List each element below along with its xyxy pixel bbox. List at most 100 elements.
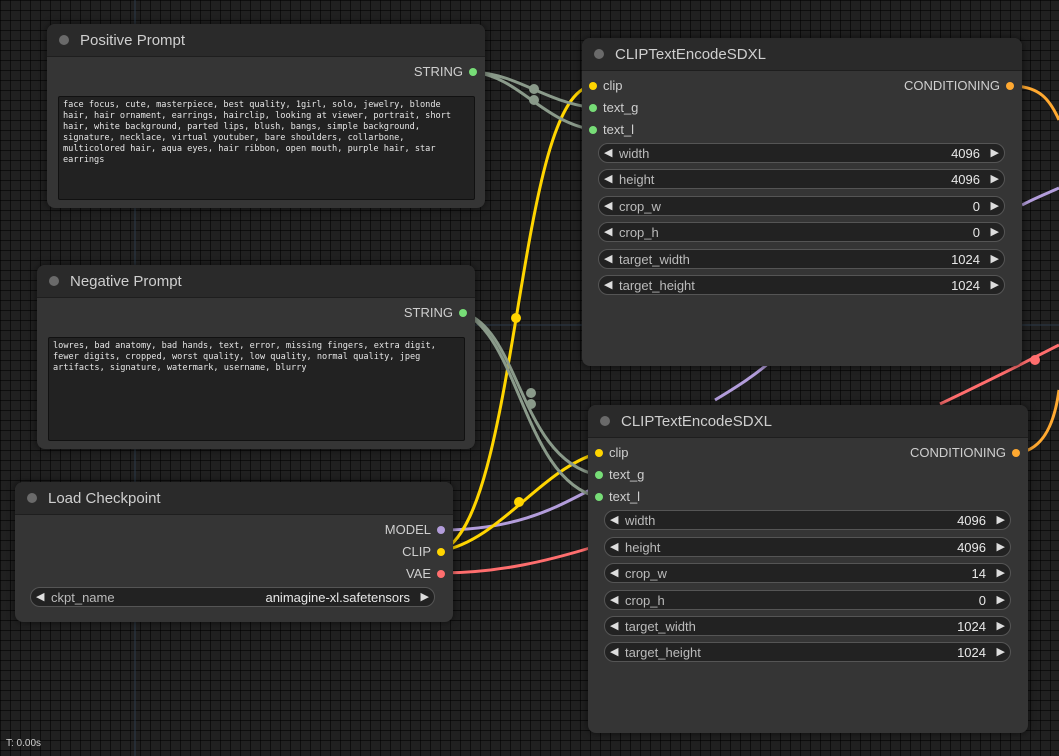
ckpt-name-combo[interactable]: ◀ ckpt_name animagine-xl.safetensors ▶ <box>30 587 435 607</box>
collapse-dot-icon[interactable] <box>594 49 604 59</box>
output-slot-vae[interactable]: VAE <box>406 565 445 583</box>
input-slot-text-l[interactable]: text_l <box>589 121 634 139</box>
crop-w-widget[interactable]: ◀ crop_w 14 ▶ <box>604 563 1011 583</box>
left-arrow-icon[interactable]: ◀ <box>604 199 612 212</box>
negative-text-area[interactable]: lowres, bad anatomy, bad hands, text, er… <box>48 337 465 441</box>
widget-label: crop_w <box>619 199 661 214</box>
right-arrow-icon[interactable]: ▶ <box>421 590 429 603</box>
string-port-icon[interactable] <box>589 126 597 134</box>
input-slot-text-g[interactable]: text_g <box>589 99 638 117</box>
right-arrow-icon[interactable]: ▶ <box>997 593 1005 606</box>
height-widget[interactable]: ◀ height 4096 ▶ <box>598 169 1005 189</box>
link-reroute-dot <box>526 399 536 409</box>
right-arrow-icon[interactable]: ▶ <box>991 146 999 159</box>
link-reroute-dot <box>511 313 521 323</box>
widget-label: target_width <box>619 252 690 267</box>
right-arrow-icon[interactable]: ▶ <box>997 566 1005 579</box>
widget-value: 1024 <box>951 278 980 293</box>
right-arrow-icon[interactable]: ▶ <box>997 645 1005 658</box>
collapse-dot-icon[interactable] <box>49 276 59 286</box>
left-arrow-icon[interactable]: ◀ <box>604 225 612 238</box>
widget-label: target_height <box>619 278 695 293</box>
output-slot-string[interactable]: STRING <box>414 63 477 81</box>
output-slot-clip[interactable]: CLIP <box>402 543 445 561</box>
left-arrow-icon[interactable]: ◀ <box>604 278 612 291</box>
positive-text-area[interactable]: face focus, cute, masterpiece, best qual… <box>58 96 475 200</box>
output-slot-conditioning[interactable]: CONDITIONING <box>904 77 1014 95</box>
input-slot-clip[interactable]: clip <box>589 77 623 95</box>
target-height-widget[interactable]: ◀ target_height 1024 ▶ <box>604 642 1011 662</box>
right-arrow-icon[interactable]: ▶ <box>991 199 999 212</box>
left-arrow-icon[interactable]: ◀ <box>610 645 618 658</box>
vae-port-icon[interactable] <box>437 570 445 578</box>
string-port-icon[interactable] <box>589 104 597 112</box>
link-vae <box>440 546 591 575</box>
left-arrow-icon[interactable]: ◀ <box>36 590 44 603</box>
right-arrow-icon[interactable]: ▶ <box>991 172 999 185</box>
node-title-bar[interactable]: CLIPTextEncodeSDXL <box>582 38 1022 71</box>
node-title-bar[interactable]: CLIPTextEncodeSDXL <box>588 405 1028 438</box>
output-slot-string[interactable]: STRING <box>404 304 467 322</box>
collapse-dot-icon[interactable] <box>59 35 69 45</box>
crop-w-widget[interactable]: ◀ crop_w 0 ▶ <box>598 196 1005 216</box>
left-arrow-icon[interactable]: ◀ <box>610 540 618 553</box>
left-arrow-icon[interactable]: ◀ <box>604 172 612 185</box>
height-widget[interactable]: ◀ height 4096 ▶ <box>604 537 1011 557</box>
left-arrow-icon[interactable]: ◀ <box>610 593 618 606</box>
right-arrow-icon[interactable]: ▶ <box>997 619 1005 632</box>
node-negative-prompt[interactable]: Negative Prompt STRING lowres, bad anato… <box>37 265 475 449</box>
model-port-icon[interactable] <box>437 526 445 534</box>
target-width-widget[interactable]: ◀ target_width 1024 ▶ <box>598 249 1005 269</box>
collapse-dot-icon[interactable] <box>27 493 37 503</box>
crop-h-widget[interactable]: ◀ crop_h 0 ▶ <box>604 590 1011 610</box>
input-slot-clip[interactable]: clip <box>595 444 629 462</box>
target-height-widget[interactable]: ◀ target_height 1024 ▶ <box>598 275 1005 295</box>
node-load-checkpoint[interactable]: Load Checkpoint MODEL CLIP VAE ◀ ckpt_na… <box>15 482 453 622</box>
clip-port-icon[interactable] <box>589 82 597 90</box>
target-width-widget[interactable]: ◀ target_width 1024 ▶ <box>604 616 1011 636</box>
widget-label: crop_h <box>619 225 659 240</box>
collapse-dot-icon[interactable] <box>600 416 610 426</box>
string-port-icon[interactable] <box>595 471 603 479</box>
clip-port-icon[interactable] <box>437 548 445 556</box>
input-slot-text-l[interactable]: text_l <box>595 488 640 506</box>
left-arrow-icon[interactable]: ◀ <box>604 146 612 159</box>
width-widget[interactable]: ◀ width 4096 ▶ <box>598 143 1005 163</box>
output-slot-conditioning[interactable]: CONDITIONING <box>910 444 1020 462</box>
output-slot-model[interactable]: MODEL <box>385 521 445 539</box>
link-model-right <box>1021 186 1059 207</box>
right-arrow-icon[interactable]: ▶ <box>991 225 999 238</box>
link-reroute-dot <box>529 95 539 105</box>
clip-port-icon[interactable] <box>595 449 603 457</box>
width-widget[interactable]: ◀ width 4096 ▶ <box>604 510 1011 530</box>
right-arrow-icon[interactable]: ▶ <box>991 278 999 291</box>
left-arrow-icon[interactable]: ◀ <box>610 566 618 579</box>
string-port-icon[interactable] <box>459 309 467 317</box>
left-arrow-icon[interactable]: ◀ <box>604 252 612 265</box>
widget-value: 4096 <box>957 513 986 528</box>
crop-h-widget[interactable]: ◀ crop_h 0 ▶ <box>598 222 1005 242</box>
widget-value: 1024 <box>957 645 986 660</box>
string-port-icon[interactable] <box>469 68 477 76</box>
input-slot-text-g[interactable]: text_g <box>595 466 645 484</box>
node-title-bar[interactable]: Negative Prompt <box>37 265 475 298</box>
left-arrow-icon[interactable]: ◀ <box>610 619 618 632</box>
output-label: CLIP <box>402 544 431 559</box>
node-clip-text-encode-sdxl-1[interactable]: CLIPTextEncodeSDXL clip text_g text_l CO… <box>582 38 1022 366</box>
string-port-icon[interactable] <box>595 493 603 501</box>
conditioning-port-icon[interactable] <box>1006 82 1014 90</box>
node-title: CLIPTextEncodeSDXL <box>615 45 766 63</box>
node-positive-prompt[interactable]: Positive Prompt STRING face focus, cute,… <box>47 24 485 208</box>
conditioning-port-icon[interactable] <box>1012 449 1020 457</box>
node-title-bar[interactable]: Load Checkpoint <box>15 482 453 515</box>
right-arrow-icon[interactable]: ▶ <box>997 540 1005 553</box>
link-string-neg-l <box>463 311 599 499</box>
right-arrow-icon[interactable]: ▶ <box>997 513 1005 526</box>
left-arrow-icon[interactable]: ◀ <box>610 513 618 526</box>
node-title-bar[interactable]: Positive Prompt <box>47 24 485 57</box>
right-arrow-icon[interactable]: ▶ <box>991 252 999 265</box>
node-title: CLIPTextEncodeSDXL <box>621 412 772 430</box>
widget-label: width <box>619 146 650 161</box>
node-clip-text-encode-sdxl-2[interactable]: CLIPTextEncodeSDXL clip text_g text_l CO… <box>588 405 1028 733</box>
input-label: text_g <box>609 467 645 482</box>
